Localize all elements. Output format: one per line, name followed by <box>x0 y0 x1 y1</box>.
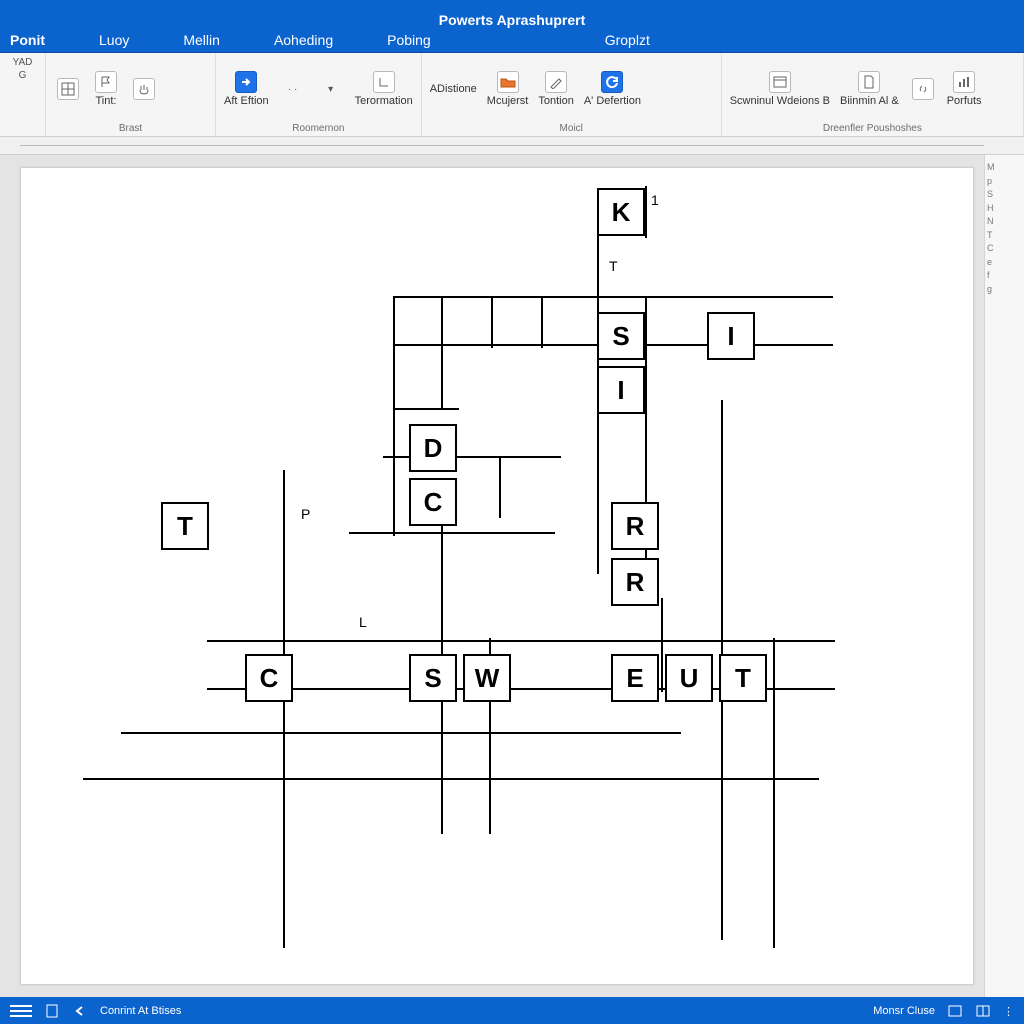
crossword-canvas: KSIIDCTRRCSWEUT1TPL <box>21 168 973 984</box>
side-item[interactable]: S <box>987 188 1022 202</box>
arrow-right-icon[interactable]: Aft Eftion <box>224 71 269 107</box>
doc-icon[interactable] <box>44 1003 60 1019</box>
status-left: Conrint At Btises <box>100 1005 181 1017</box>
group-label-3: Dreenfler Poushoshes <box>730 121 1015 134</box>
tab-2[interactable]: Mellin <box>183 32 220 48</box>
caret-icon[interactable]: ▾ <box>317 84 345 95</box>
dots-icon[interactable]: · · <box>279 84 307 95</box>
crossword-cell[interactable]: S <box>597 312 645 360</box>
corner-icon[interactable]: Terormation <box>355 71 413 107</box>
crossword-cell[interactable]: U <box>665 654 713 702</box>
side-item[interactable]: C <box>987 242 1022 256</box>
title-bar: Powerts Aprashuprert Ponit Luoy Mellin A… <box>0 0 1024 52</box>
crossword-clue-number: T <box>609 258 618 274</box>
crossword-cell[interactable]: K <box>597 188 645 236</box>
side-item[interactable]: H <box>987 202 1022 216</box>
status-more[interactable]: ⋮ <box>1003 1005 1014 1018</box>
grid-line <box>121 732 681 734</box>
grid-line <box>83 778 819 780</box>
side-panel[interactable]: M p S H N T C e f g <box>984 155 1024 997</box>
crossword-cell[interactable]: I <box>707 312 755 360</box>
crossword-cell[interactable]: R <box>611 502 659 550</box>
ribbon-small-1: G <box>19 70 27 81</box>
crossword-cell[interactable]: C <box>245 654 293 702</box>
crossword-cell[interactable]: T <box>719 654 767 702</box>
side-item[interactable]: e <box>987 256 1022 270</box>
link-icon[interactable] <box>909 78 937 100</box>
grid-line <box>773 638 775 948</box>
tab-strip: Ponit Luoy Mellin Aoheding Pobing Groplz… <box>10 32 1014 48</box>
grid-line <box>283 470 285 948</box>
workspace: KSIIDCTRRCSWEUT1TPL M p S H N T C e f g <box>0 155 1024 997</box>
refresh-icon[interactable]: A' Defertion <box>584 71 641 107</box>
ribbon-small-0: YAD <box>13 57 33 68</box>
crossword-cell[interactable]: S <box>409 654 457 702</box>
document-page[interactable]: KSIIDCTRRCSWEUT1TPL <box>20 167 974 985</box>
side-item[interactable]: M <box>987 161 1022 175</box>
side-item[interactable]: p <box>987 175 1022 189</box>
crossword-cell[interactable]: W <box>463 654 511 702</box>
tab-0[interactable]: Ponit <box>10 32 45 48</box>
crossword-cell[interactable]: E <box>611 654 659 702</box>
ribbon-group-0: Tint: Brast <box>46 53 216 136</box>
grid-line <box>541 296 543 348</box>
crossword-cell[interactable]: R <box>611 558 659 606</box>
crossword-cell[interactable]: C <box>409 478 457 526</box>
side-item[interactable]: g <box>987 283 1022 297</box>
crossword-clue-number: 1 <box>651 192 659 208</box>
grid-line <box>393 296 395 536</box>
page-icon[interactable]: Biinmin Al & <box>840 71 899 107</box>
chart-icon[interactable]: Porfuts <box>947 71 982 107</box>
grid-line <box>393 296 833 298</box>
hand-icon[interactable] <box>130 78 158 100</box>
window-icon[interactable]: Scwninul Wdeions B <box>730 71 830 107</box>
side-item[interactable]: N <box>987 215 1022 229</box>
ribbon-group-3: Scwninul Wdeions B Biinmin Al & Porfuts … <box>722 53 1024 136</box>
ribbon-group-1: Aft Eftion · · ▾ Terormation Roomernon <box>216 53 422 136</box>
tab-3[interactable]: Aoheding <box>274 32 333 48</box>
grid-line <box>499 456 501 518</box>
app-title: Powerts Aprashuprert <box>439 12 586 28</box>
folder-icon[interactable]: Mcujerst <box>487 71 529 107</box>
ribbon: YAD G Tint: Brast Aft Eftion · <box>0 53 1024 137</box>
side-item[interactable]: T <box>987 229 1022 243</box>
draw-icon[interactable]: Tontion <box>538 71 573 107</box>
crossword-cell[interactable]: D <box>409 424 457 472</box>
back-icon[interactable] <box>72 1003 88 1019</box>
grid-line <box>491 296 493 348</box>
grid-line <box>645 186 647 238</box>
crossword-clue-number: P <box>301 506 310 522</box>
grid-line <box>393 408 459 410</box>
status-bar: Conrint At Btises Monsr Cluse ⋮ <box>0 997 1024 1024</box>
menu-icon[interactable] <box>10 1005 32 1017</box>
flag-icon[interactable]: Tint: <box>92 71 120 107</box>
grid-line <box>349 532 555 534</box>
crossword-clue-number: L <box>359 614 367 630</box>
crossword-cell[interactable]: I <box>597 366 645 414</box>
tab-1[interactable]: Luoy <box>99 32 129 48</box>
group-label-2: Moicl <box>430 121 713 134</box>
label-adistione[interactable]: ADistione <box>430 83 477 95</box>
tab-5[interactable]: Groplzt <box>605 32 650 48</box>
grid-line <box>441 296 443 408</box>
grid-line <box>661 598 663 692</box>
crossword-cell[interactable]: T <box>161 502 209 550</box>
horizontal-ruler <box>0 137 1024 155</box>
status-right: Monsr Cluse <box>873 1005 935 1017</box>
layout1-icon[interactable] <box>947 1003 963 1019</box>
tab-4[interactable]: Pobing <box>387 32 431 48</box>
ribbon-group-2: ADistione Mcujerst Tontion A' Defertion … <box>422 53 722 136</box>
group-label-0: Brast <box>54 121 207 134</box>
layout2-icon[interactable] <box>975 1003 991 1019</box>
side-item[interactable]: f <box>987 269 1022 283</box>
grid-line <box>207 640 835 642</box>
grid-icon[interactable] <box>54 78 82 100</box>
group-label-1: Roomernon <box>224 121 413 134</box>
